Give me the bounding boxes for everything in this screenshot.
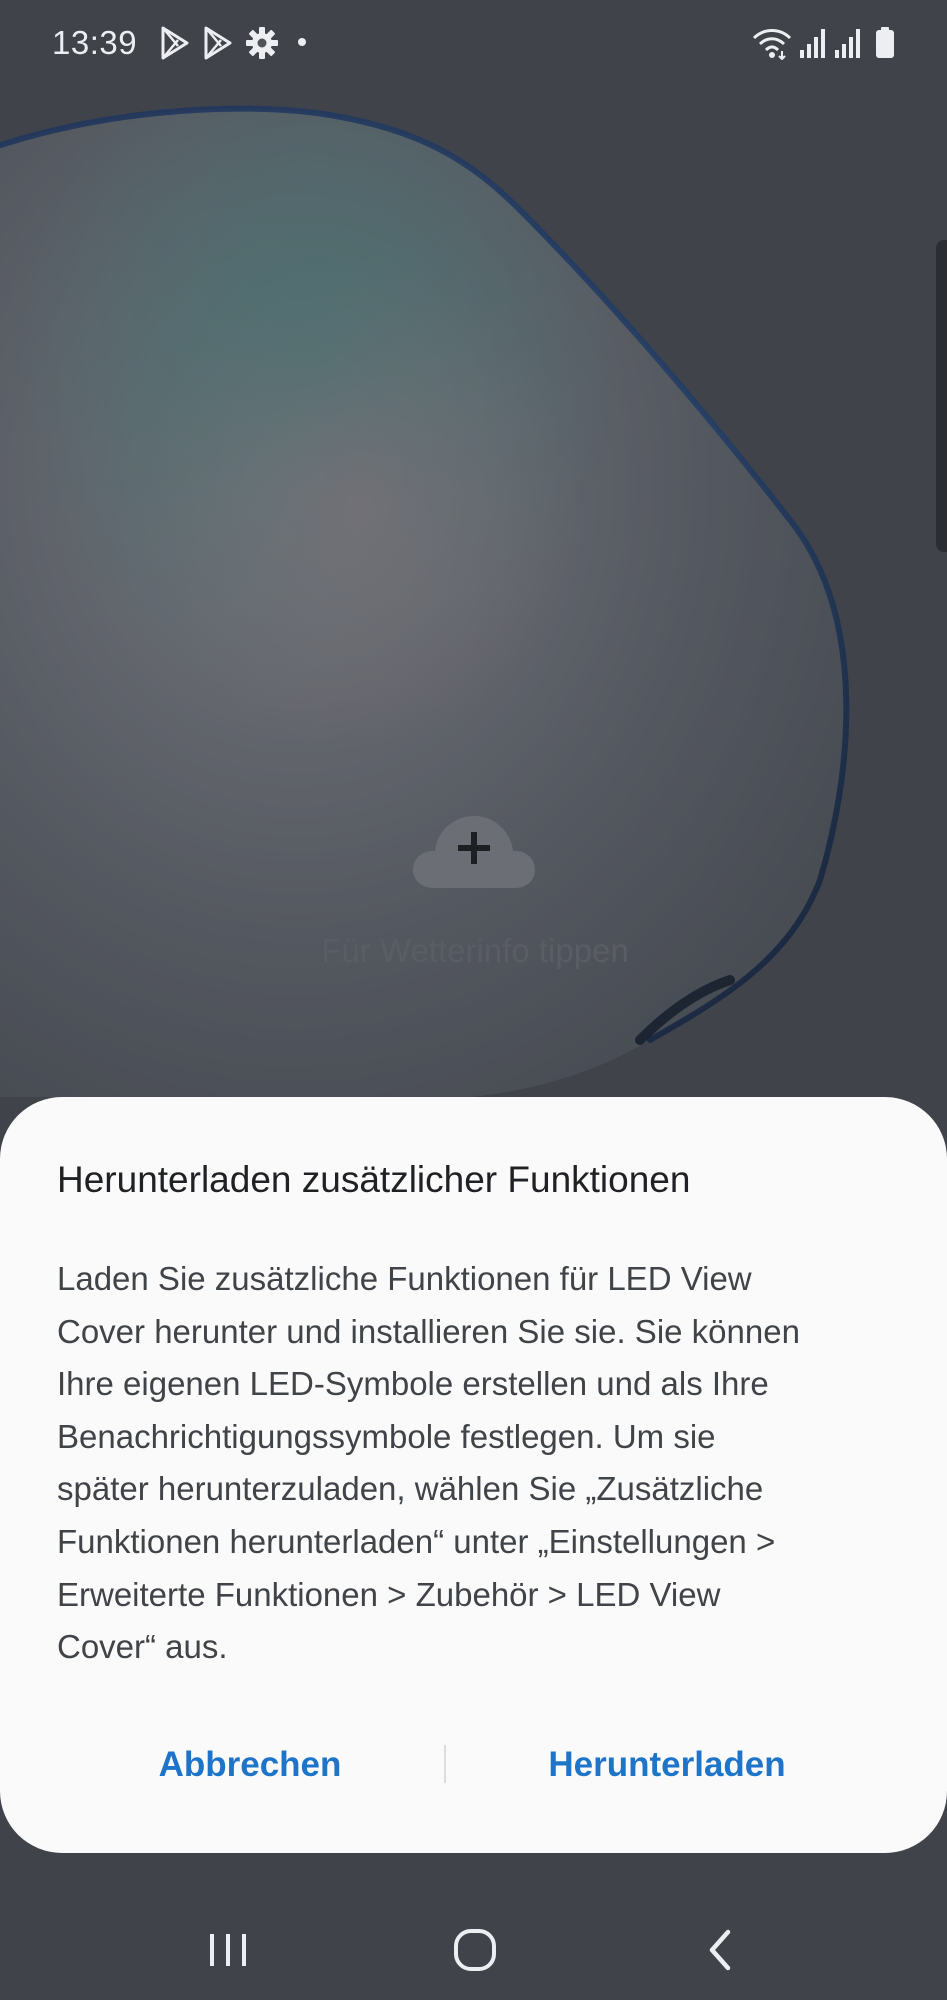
download-features-dialog: Herunterladen zusätzlicher Funktionen La… (0, 1097, 947, 1853)
back-icon[interactable] (700, 1926, 740, 1974)
dialog-message: Laden Sie zusätzliche Funktionen für LED… (57, 1260, 800, 1666)
navigation-bar (0, 1900, 947, 2000)
home-icon[interactable] (451, 1926, 499, 1974)
status-time: 13:39 (52, 24, 138, 61)
wifi-icon (752, 29, 792, 60)
edge-panel-handle[interactable] (936, 240, 947, 552)
lock-screen: 13:39 Für Wetterinfo tippen Herunterlade… (0, 0, 947, 2000)
download-button[interactable]: Herunterladen (467, 1725, 867, 1805)
notification-dot-icon (298, 38, 306, 46)
button-divider (444, 1745, 446, 1783)
recents-icon[interactable] (206, 1926, 250, 1974)
weather-prompt: Für Wetterinfo tippen (321, 932, 629, 969)
play-store-icon (161, 26, 189, 60)
battery-icon (876, 27, 894, 58)
signal-icon (800, 29, 825, 58)
cloud-add-icon (413, 816, 535, 888)
weather-widget[interactable]: Für Wetterinfo tippen (250, 810, 700, 980)
status-bar: 13:39 (0, 0, 947, 90)
dialog-title: Herunterladen zusätzlicher Funktionen (57, 1159, 691, 1200)
signal-icon (835, 29, 860, 58)
settings-gear-icon (246, 27, 278, 59)
cancel-button[interactable]: Abbrechen (50, 1725, 450, 1805)
play-store-icon (204, 26, 232, 60)
